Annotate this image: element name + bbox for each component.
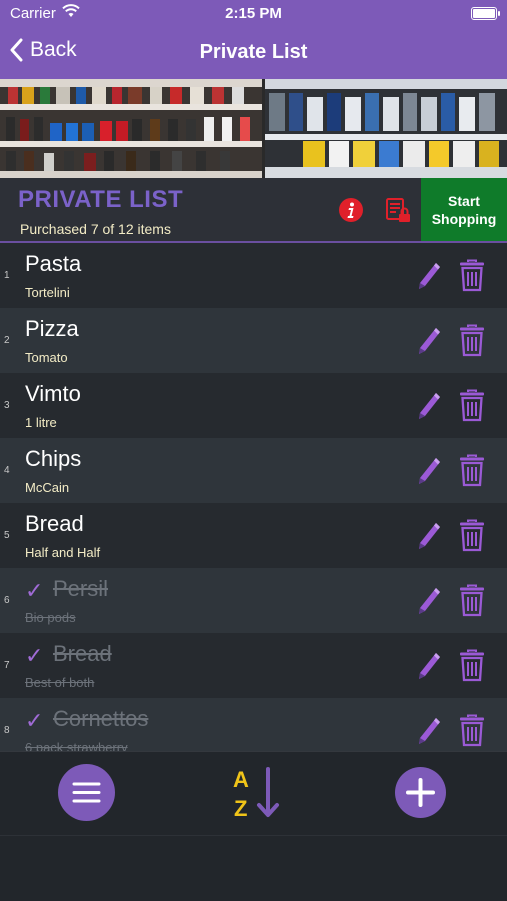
item-name: Vimto — [25, 381, 81, 406]
trash-icon[interactable] — [458, 324, 486, 362]
checkmark-icon: ✓ — [25, 578, 44, 603]
svg-text:A: A — [233, 767, 249, 792]
list-item[interactable]: 2 Pizza Tomato — [0, 308, 507, 373]
list-item[interactable]: 5 Bread Half and Half — [0, 503, 507, 568]
item-name: Bread — [53, 641, 112, 666]
start-shopping-button[interactable]: Start Shopping — [421, 178, 507, 241]
trash-icon[interactable] — [458, 454, 486, 492]
list-item-purchased[interactable]: 6 ✓ Persil Bio pods — [0, 568, 507, 633]
pencil-icon[interactable] — [416, 326, 442, 361]
status-bar: Carrier 2:15 PM — [0, 0, 507, 28]
shopping-list: 1 Pasta Tortelini 2 Pizza Tomato 3 Vimto… — [0, 243, 507, 751]
pencil-icon[interactable] — [416, 586, 442, 621]
info-icon[interactable] — [338, 197, 364, 228]
item-name: Pizza — [25, 316, 79, 341]
clock: 2:15 PM — [225, 5, 282, 22]
trash-icon[interactable] — [458, 584, 486, 622]
item-note: Best of both — [25, 675, 95, 690]
item-index: 6 — [4, 595, 10, 606]
item-index: 7 — [4, 660, 10, 671]
sort-az-button[interactable]: A Z — [232, 765, 280, 824]
top-bar: Carrier 2:15 PM Back Private List — [0, 0, 507, 79]
checkmark-icon: ✓ — [25, 708, 44, 733]
pencil-icon[interactable] — [416, 456, 442, 491]
page-title: Private List — [199, 41, 308, 63]
menu-button[interactable] — [58, 764, 115, 821]
navigation-bar: Back Private List — [0, 28, 507, 79]
list-lock-icon[interactable] — [385, 197, 412, 229]
item-index: 5 — [4, 530, 10, 541]
trash-icon[interactable] — [458, 649, 486, 687]
list-title: PRIVATE LIST — [18, 186, 184, 213]
list-item[interactable]: 3 Vimto 1 litre — [0, 373, 507, 438]
item-index: 3 — [4, 400, 10, 411]
trash-icon[interactable] — [458, 259, 486, 297]
item-note: Tortelini — [25, 285, 70, 300]
item-index: 4 — [4, 465, 10, 476]
shelf-banner-image — [0, 79, 507, 178]
pencil-icon[interactable] — [416, 391, 442, 426]
checkmark-icon: ✓ — [25, 643, 44, 668]
item-note: 1 litre — [25, 415, 57, 430]
item-note: Half and Half — [25, 545, 101, 560]
pencil-icon[interactable] — [416, 261, 442, 296]
add-item-button[interactable] — [395, 767, 446, 818]
purchase-progress: Purchased 7 of 12 items — [20, 221, 171, 237]
pencil-icon[interactable] — [416, 651, 442, 686]
trash-icon[interactable] — [458, 519, 486, 557]
list-item[interactable]: 4 Chips McCain — [0, 438, 507, 503]
sort-az-icon: A Z — [233, 767, 279, 821]
trash-icon[interactable] — [458, 389, 486, 427]
item-note: Bio pods — [25, 610, 76, 625]
item-index: 2 — [4, 335, 10, 346]
item-name: Chips — [25, 446, 82, 471]
pencil-icon[interactable] — [416, 521, 442, 556]
list-item-purchased[interactable]: 8 ✓ Cornettos 6 pack strawberry — [0, 698, 507, 751]
item-note: McCain — [25, 480, 70, 495]
svg-text:Z: Z — [234, 796, 247, 819]
pencil-icon[interactable] — [416, 716, 442, 751]
item-index: 1 — [4, 270, 10, 281]
home-indicator-area — [0, 835, 507, 901]
trash-icon[interactable] — [458, 714, 486, 751]
item-name: Bread — [25, 511, 84, 536]
item-name: Cornettos — [53, 706, 149, 731]
item-name: Pasta — [25, 251, 82, 276]
menu-icon — [72, 782, 101, 803]
battery-icon — [471, 7, 500, 20]
item-note: Tomato — [25, 350, 68, 365]
item-index: 8 — [4, 725, 10, 736]
item-name: Persil — [53, 576, 109, 601]
list-item-purchased[interactable]: 7 ✓ Bread Best of both — [0, 633, 507, 698]
list-item[interactable]: 1 Pasta Tortelini — [0, 243, 507, 308]
plus-icon — [406, 778, 435, 807]
item-note: 6 pack strawberry — [25, 740, 128, 751]
